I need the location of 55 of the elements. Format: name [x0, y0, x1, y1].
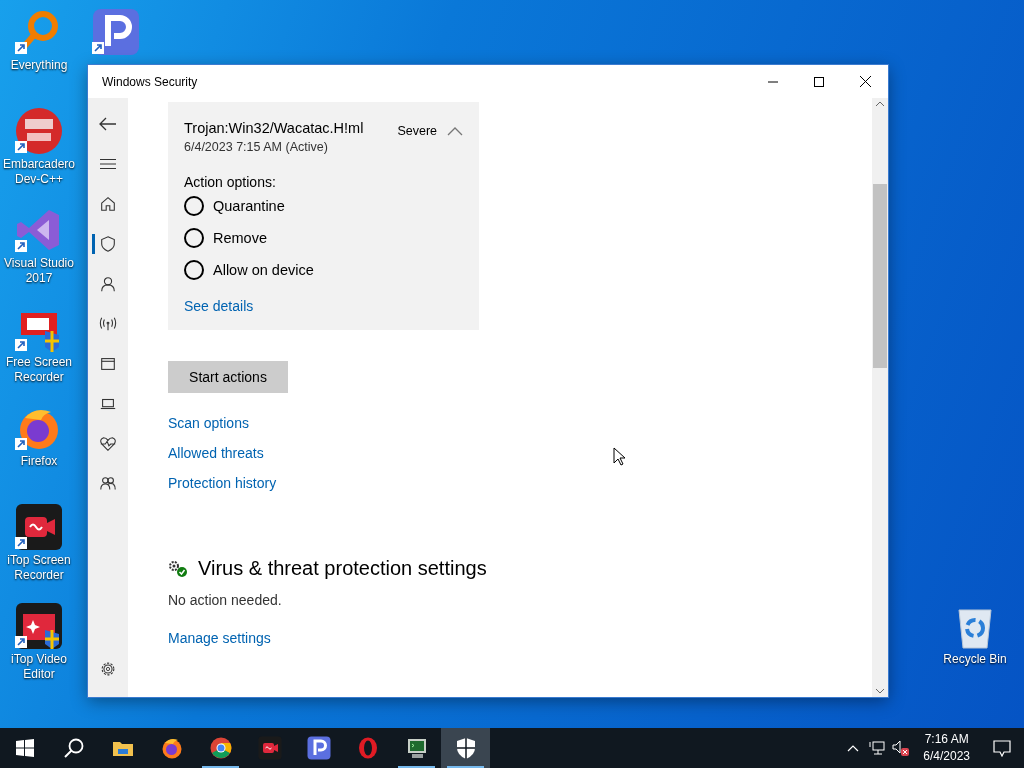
maximize-icon	[814, 76, 824, 87]
scroll-down-icon[interactable]	[875, 688, 885, 694]
wireless-icon[interactable]	[99, 315, 117, 333]
search-icon	[63, 738, 84, 758]
icon-label: Recycle Bin	[943, 652, 1007, 667]
menu-icon	[100, 158, 116, 170]
manage-settings-link[interactable]: Manage settings	[168, 630, 271, 646]
icon-label: Free Screen Recorder	[5, 355, 73, 385]
see-details-link[interactable]: See details	[184, 298, 254, 314]
settings-icon	[99, 660, 117, 678]
radio-option[interactable]: Remove	[184, 222, 267, 254]
icon-label: Everything	[10, 58, 68, 73]
chevron-up-icon[interactable]	[847, 744, 860, 752]
clock-time: 7:16 AM	[923, 731, 970, 748]
app-icon[interactable]	[15, 503, 63, 551]
taskbar-button[interactable]	[441, 728, 490, 768]
close-icon	[859, 76, 871, 87]
radio-option[interactable]: Allow on device	[184, 254, 314, 286]
icon-label: iTop Video Editor	[10, 652, 68, 682]
nav-link[interactable]: Scan options	[168, 415, 249, 431]
threat-name: Trojan:Win32/Wacatac.H!ml	[184, 120, 364, 136]
app-icon[interactable]	[306, 736, 331, 760]
windows-logo-icon	[15, 739, 34, 757]
nav-link[interactable]: Protection history	[168, 475, 277, 491]
heart-icon[interactable]	[99, 435, 117, 453]
network-icon[interactable]	[869, 741, 886, 755]
mouse-cursor-icon	[613, 447, 625, 466]
shield-icon[interactable]	[99, 235, 117, 253]
threat-date: 6/4/2023 7:15 AM (Active)	[184, 140, 329, 154]
action-options-label: Action options:	[184, 174, 277, 190]
icon-label: Firefox	[20, 454, 58, 469]
notification-icon[interactable]	[993, 739, 1011, 757]
severity-label: Severe	[397, 124, 437, 138]
app-icon[interactable]	[208, 736, 233, 760]
gears-check-icon	[168, 559, 188, 578]
volume-muted-icon[interactable]	[892, 740, 911, 756]
start-actions-button[interactable]: Start actions	[168, 361, 288, 393]
section-heading: Virus & threat protection settings	[198, 557, 487, 580]
icon-label: Visual Studio 2017	[3, 256, 75, 286]
clock-date: 6/4/2023	[923, 748, 970, 765]
nav-link[interactable]: Allowed threats	[168, 445, 264, 461]
icon-label: iTop Screen Recorder	[6, 553, 72, 583]
app-icon[interactable]	[15, 602, 63, 650]
browser-icon[interactable]	[99, 355, 117, 373]
scrollbar[interactable]	[872, 98, 888, 697]
window-title: Windows Security	[102, 74, 199, 89]
icon-label: Embarcadero Dev-C++	[1, 157, 76, 187]
person-icon[interactable]	[99, 275, 117, 293]
taskbar-clock[interactable]: 7:16 AM 6/4/2023	[913, 731, 980, 765]
status-text: No action needed.	[168, 592, 283, 608]
collapse-chevron-icon[interactable]	[447, 126, 463, 136]
back-arrow-icon	[99, 117, 117, 131]
home-icon[interactable]	[99, 195, 117, 213]
radio-option[interactable]: Quarantine	[184, 190, 285, 222]
scroll-up-icon[interactable]	[875, 101, 885, 107]
